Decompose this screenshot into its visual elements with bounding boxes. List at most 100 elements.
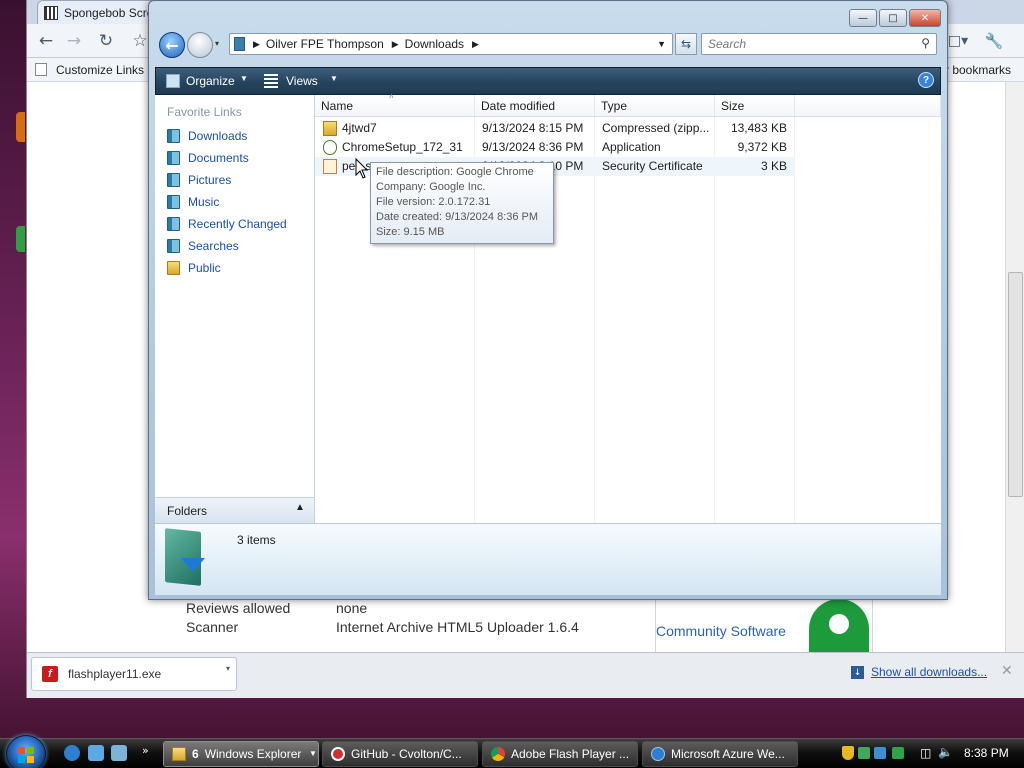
reviews-label: Reviews allowed — [186, 600, 291, 616]
volume-muted-icon[interactable]: 🔈 — [938, 745, 953, 759]
desktop-icon[interactable] — [16, 112, 25, 142]
back-icon[interactable]: ← — [159, 32, 185, 58]
chevron-down-icon[interactable]: ▾ — [215, 39, 219, 48]
file-date: 9/13/2024 8:15 PM — [482, 121, 584, 135]
nav-item-documents[interactable]: Documents — [167, 151, 249, 165]
nav-item-downloads[interactable]: Downloads — [167, 129, 247, 143]
divider — [872, 598, 873, 652]
task-label: Adobe Flash Player ... — [511, 747, 630, 761]
reload-icon[interactable]: ↻ — [93, 30, 119, 52]
task-count: 6 — [192, 747, 199, 761]
scanner-label: Scanner — [186, 619, 239, 635]
back-icon[interactable]: ← — [33, 30, 59, 52]
task-adobe-flash[interactable]: Adobe Flash Player ... — [482, 741, 638, 767]
customize-links[interactable]: Customize Links — [56, 63, 144, 77]
column-name[interactable]: Name ˄ — [315, 92, 475, 117]
help-icon[interactable]: ? — [918, 72, 934, 88]
details-pane: 3 items — [155, 523, 941, 595]
tooltip-line: Date created: 9/13/2024 8:36 PM — [376, 211, 539, 223]
chevron-right-icon[interactable]: » — [142, 744, 149, 757]
other-bookmarks[interactable]: r bookmarks — [945, 63, 1011, 77]
scanner-value: Internet Archive HTML5 Uploader 1.6.4 — [336, 619, 579, 635]
chevron-down-icon[interactable]: ▼ — [330, 74, 338, 83]
wrench-icon[interactable]: 🔧 — [981, 30, 1007, 52]
task-label: GitHub - Cvolton/C... — [351, 747, 462, 761]
mouse-cursor-icon — [355, 158, 369, 179]
browser-scroll-thumb[interactable] — [1008, 272, 1023, 497]
nav-item-recently-changed[interactable]: Recently Changed — [167, 217, 287, 231]
views-icon — [264, 74, 278, 88]
task-microsoft-azure[interactable]: Microsoft Azure We... — [642, 741, 798, 767]
chevron-up-icon[interactable]: ▲ — [295, 502, 305, 513]
start-button[interactable] — [6, 735, 46, 768]
downloads-icon — [167, 129, 180, 143]
tooltip-line: File version: 2.0.172.31 — [376, 196, 491, 208]
internet-explorer-icon — [651, 747, 665, 761]
close-window-icon[interactable]: ✕ — [909, 9, 941, 27]
nav-item-label: Downloads — [188, 129, 248, 143]
reviews-value: none — [336, 600, 368, 616]
column-divider — [594, 117, 595, 523]
task-github[interactable]: GitHub - Cvolton/C... — [322, 741, 478, 767]
maximize-icon[interactable]: □ — [879, 9, 907, 27]
community-software-link[interactable]: Community Software — [656, 623, 786, 639]
tooltip-line: Size: 9.15 MB — [376, 226, 445, 238]
column-label: Name — [321, 99, 354, 113]
file-name: ChromeSetup_172_31 — [342, 140, 463, 154]
show-all-downloads-link[interactable]: Show all downloads... — [871, 665, 987, 679]
address-bar[interactable]: ▶ Oilver FPE Thompson ▶ Downloads ▶ ▼ — [229, 33, 673, 55]
column-label: Type — [601, 99, 628, 113]
tray-icon[interactable] — [874, 747, 886, 759]
column-type[interactable]: Type — [595, 95, 715, 117]
recently-changed-icon — [167, 217, 180, 231]
search-input[interactable]: Search ⚲ — [701, 33, 937, 55]
searches-icon — [167, 239, 180, 253]
column-divider — [714, 117, 715, 523]
column-size[interactable]: Size — [715, 95, 795, 117]
organize-button[interactable]: Organize — [186, 74, 235, 88]
desktop-icon[interactable] — [16, 226, 25, 252]
nav-item-music[interactable]: Music — [167, 195, 219, 209]
views-button[interactable]: Views — [286, 74, 318, 88]
nav-item-label: Music — [188, 195, 220, 209]
file-list: Name ˄ Date modified Type Size 4jtwd7 9/1… — [315, 92, 941, 523]
nav-item-pictures[interactable]: Pictures — [167, 173, 231, 187]
column-date-modified[interactable]: Date modified — [475, 95, 595, 117]
task-windows-explorer[interactable]: 6 Windows Explorer ▼ — [163, 741, 319, 767]
explorer-window: — □ ✕ ← ▾ ▶ Oilver FPE Thompson ▶ Downlo… — [148, 0, 948, 600]
nav-item-searches[interactable]: Searches — [167, 239, 239, 253]
switch-windows-icon[interactable] — [111, 745, 127, 761]
internet-explorer-icon[interactable] — [64, 745, 80, 761]
file-date: 9/13/2024 8:36 PM — [482, 140, 584, 154]
security-shield-icon[interactable] — [842, 746, 854, 760]
tray-icon[interactable] — [858, 747, 870, 759]
breadcrumb-downloads[interactable]: Downloads — [405, 37, 464, 51]
network-icon[interactable]: ◫ — [920, 746, 931, 760]
download-item[interactable]: f flashplayer11.exe ▾ — [31, 657, 237, 691]
nav-item-public[interactable]: Public — [167, 261, 221, 275]
chevron-right-icon: ▶ — [253, 38, 260, 49]
breadcrumb-user[interactable]: Oilver FPE Thompson — [266, 37, 384, 51]
close-icon[interactable]: ✕ — [1001, 663, 1013, 679]
computer-icon — [234, 37, 245, 51]
chevron-down-icon[interactable]: ▼ — [240, 74, 248, 83]
chevron-down-icon[interactable]: ▾ — [226, 664, 230, 673]
task-label: Windows Explorer — [204, 747, 302, 761]
folders-label: Folders — [167, 504, 208, 518]
page-menu-icon[interactable]: □▾ — [945, 30, 971, 52]
column-label: Size — [721, 99, 745, 113]
forward-icon[interactable] — [187, 32, 213, 58]
folders-toggle[interactable]: Folders ▲ — [155, 497, 315, 523]
minimize-icon[interactable]: — — [849, 9, 877, 27]
windows-logo-icon — [18, 747, 34, 763]
chevron-down-icon[interactable]: ▼ — [657, 39, 666, 49]
search-icon[interactable]: ⚲ — [921, 36, 930, 50]
file-row[interactable]: 4jtwd7 9/13/2024 8:15 PM Compressed (zip… — [315, 119, 795, 138]
show-desktop-icon[interactable] — [88, 745, 104, 761]
file-row[interactable]: ChromeSetup_172_31 9/13/2024 8:36 PM App… — [315, 138, 795, 157]
refresh-icon[interactable]: ⇆ — [675, 33, 697, 55]
clock[interactable]: 8:38 PM — [964, 746, 1009, 760]
forward-icon[interactable]: → — [61, 30, 87, 52]
tray-icon[interactable] — [892, 747, 904, 759]
tooltip-line: Company: Google Inc. — [376, 181, 486, 193]
